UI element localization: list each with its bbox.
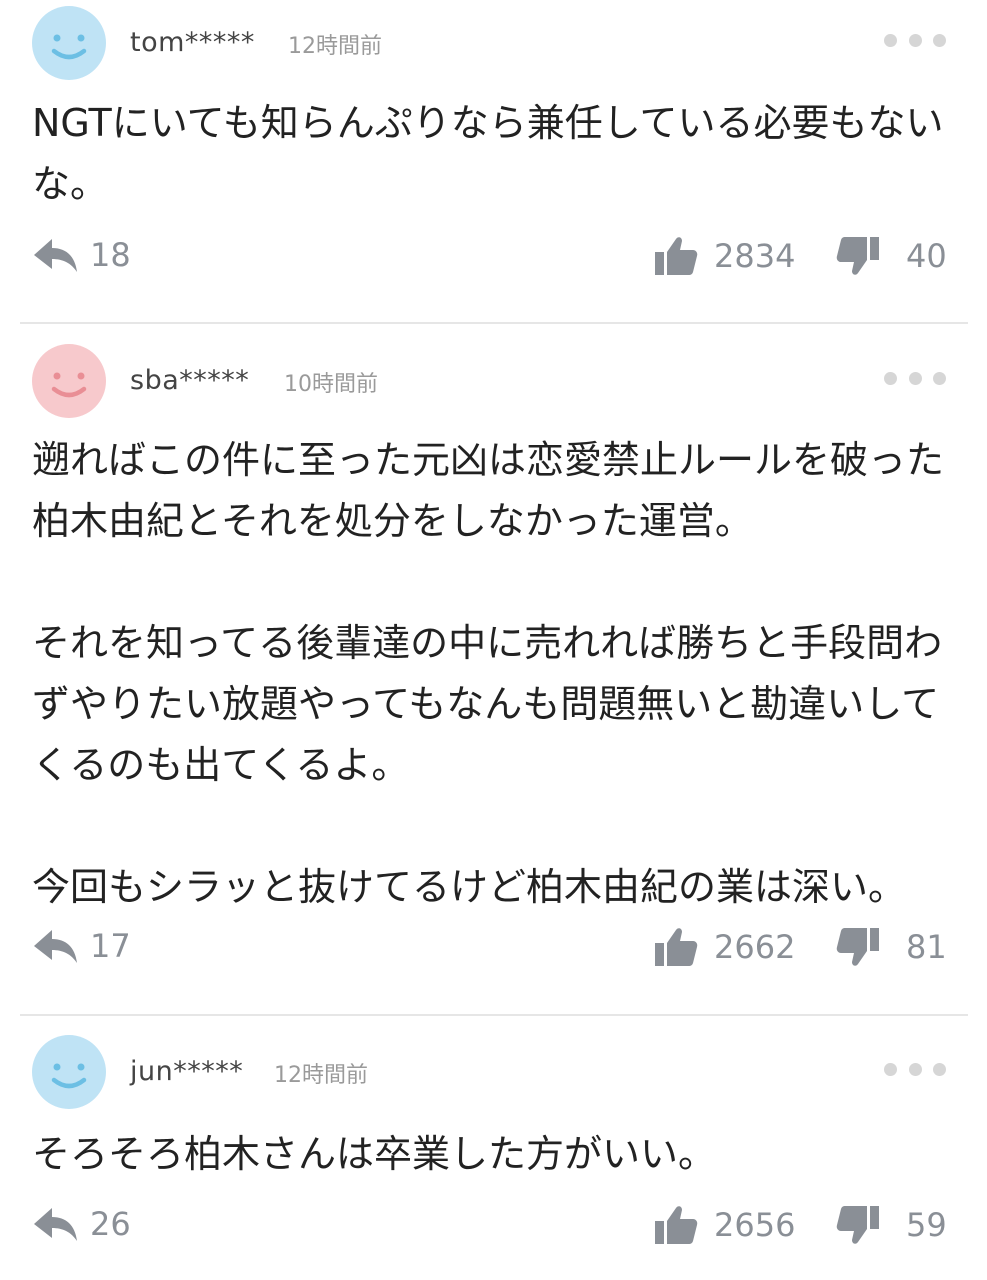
avatar[interactable]	[32, 6, 106, 80]
avatar[interactable]	[32, 344, 106, 418]
reply-arrow-icon	[34, 239, 77, 272]
like-button[interactable]: 2656	[654, 1204, 795, 1246]
like-button[interactable]: 2834	[654, 235, 795, 277]
comment-actions: 17 2662 81	[0, 926, 987, 976]
reply-arrow-icon	[34, 930, 77, 963]
reply-button[interactable]: 17	[32, 926, 131, 966]
comment-actions: 26 2656 59	[0, 1204, 987, 1254]
dislike-button[interactable]: 81	[836, 926, 947, 968]
thumbs-down-icon	[836, 237, 879, 275]
like-count: 2834	[714, 237, 796, 275]
more-menu-button[interactable]	[884, 371, 946, 385]
more-menu-button[interactable]	[884, 33, 946, 47]
more-dots-icon	[884, 1062, 897, 1076]
smiley-avatar-icon	[32, 344, 106, 418]
thumbs-up-icon	[655, 928, 698, 966]
smiley-avatar-icon	[32, 1035, 106, 1109]
dislike-count: 59	[906, 1206, 947, 1244]
more-dots-icon	[884, 371, 897, 385]
timestamp: 12時間前	[274, 1063, 368, 1088]
more-menu-button[interactable]	[884, 1062, 946, 1076]
comment-text: NGTにいても知らんぷりなら兼任している必要もないな。	[32, 101, 944, 206]
reply-button[interactable]: 18	[32, 235, 131, 275]
reply-count: 26	[90, 1205, 131, 1243]
like-count: 2656	[714, 1206, 796, 1244]
comment-card: tom***** 12時間前 NGTにいても知らんぷりなら兼任している必要もない…	[0, 0, 987, 322]
thumbs-down-icon	[836, 928, 879, 966]
more-dots-icon	[884, 33, 897, 47]
dislike-count: 40	[906, 237, 947, 275]
dislike-count: 81	[906, 928, 947, 966]
comment-actions: 18 2834 40	[0, 235, 987, 285]
comment-card: sba***** 10時間前 遡ればこの件に至った元凶は恋愛禁止ルールを破った柏…	[0, 324, 987, 1014]
like-button[interactable]: 2662	[654, 926, 795, 968]
reply-count: 18	[90, 236, 131, 274]
thumbs-up-icon	[655, 1206, 698, 1244]
comment-card: jun***** 12時間前 そろそろ柏木さんは卒業した方がいい。 26 265…	[0, 1016, 987, 1280]
comment-text: 遡ればこの件に至った元凶は恋愛禁止ルールを破った柏木由紀とそれを処分をしなかった…	[32, 438, 945, 909]
timestamp: 10時間前	[284, 372, 378, 397]
smiley-avatar-icon	[32, 6, 106, 80]
comment-text: そろそろ柏木さんは卒業した方がいい。	[32, 1132, 717, 1176]
reply-button[interactable]: 26	[32, 1204, 131, 1244]
reply-arrow-icon	[34, 1208, 77, 1241]
like-count: 2662	[714, 928, 796, 966]
username[interactable]: sba*****	[130, 365, 249, 396]
timestamp: 12時間前	[288, 34, 382, 59]
thumbs-up-icon	[655, 237, 698, 275]
dislike-button[interactable]: 59	[836, 1204, 947, 1246]
reply-count: 17	[90, 927, 131, 965]
dislike-button[interactable]: 40	[836, 235, 947, 277]
thumbs-down-icon	[836, 1206, 879, 1244]
username[interactable]: jun*****	[130, 1056, 243, 1087]
username[interactable]: tom*****	[130, 27, 255, 58]
avatar[interactable]	[32, 1035, 106, 1109]
